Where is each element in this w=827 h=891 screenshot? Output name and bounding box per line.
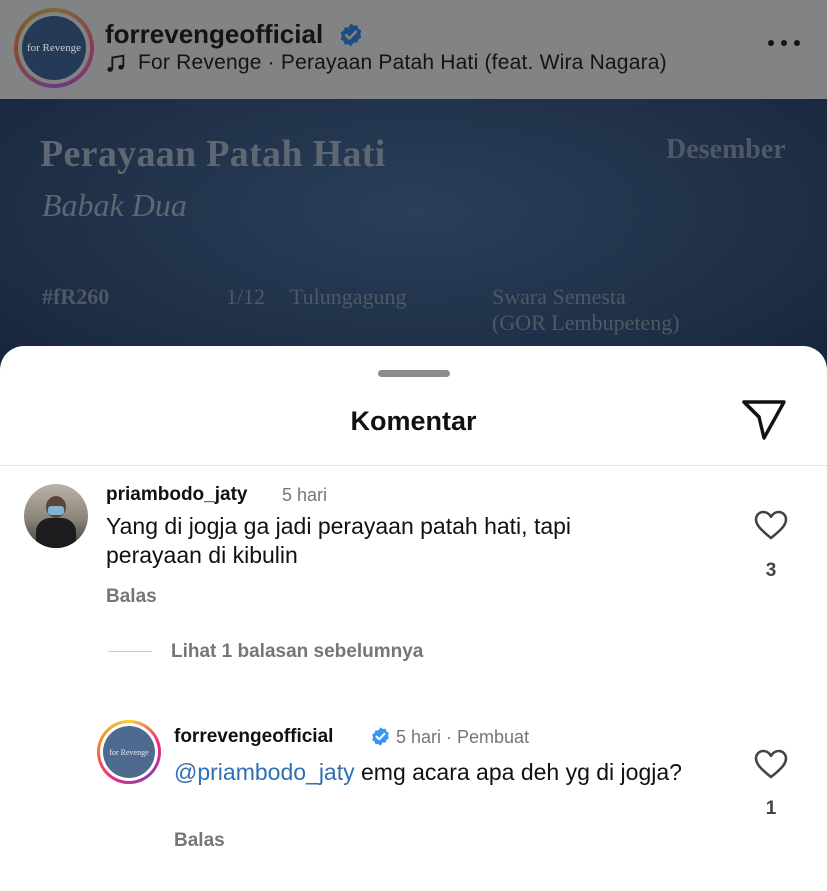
drag-handle[interactable] [378,370,450,377]
comments-screen: for Revenge forrevengeofficial For Reven… [0,0,827,891]
reply-username[interactable]: forrevengeofficial [174,726,333,748]
post-header: for Revenge forrevengeofficial For Reven… [0,0,827,99]
post-author-avatar[interactable]: for Revenge [14,8,94,88]
verified-badge-icon [340,23,362,47]
reply-timestamp: 5 hari · Pembuat [396,727,530,747]
sheet-title: Komentar [350,406,477,436]
divider [108,651,152,652]
send-icon[interactable] [740,398,788,442]
poster-month: Desember [666,134,786,165]
verified-badge-icon [372,727,389,746]
more-options-icon[interactable] [766,40,802,50]
view-replies-button[interactable]: Lihat 1 balasan sebelumnya [171,641,423,663]
avatar[interactable] [24,484,88,548]
poster-tag: #fR260 [42,284,110,309]
like-count: 3 [765,560,777,581]
comments-sheet: Komentar priambodo_jaty 5 hari Yang di j… [0,346,827,891]
comment-username[interactable]: priambodo_jaty [106,484,247,506]
poster-venue-name: Swara Semesta [492,284,626,309]
heart-icon[interactable] [753,509,789,541]
poster-subtitle: Babak Dua [42,187,187,223]
reply-body: emg acara apa deh yg di jogja? [354,759,682,785]
comment-text: Yang di jogja ga jadi perayaan patah hat… [106,513,572,568]
music-note-icon [107,54,125,72]
reply-text: @priambodo_jaty emg acara apa deh yg di … [174,758,714,787]
reply-button[interactable]: Balas [174,830,225,852]
poster-venue: Swara Semesta (GOR Lembupeteng) [492,284,680,336]
avatar-logo-text: for Revenge [109,747,149,757]
divider [0,465,827,466]
poster-title: Perayaan Patah Hati [40,133,386,175]
like-count: 1 [765,798,777,819]
reply-button[interactable]: Balas [106,586,157,608]
poster-date: 1/12 [226,284,266,309]
post-song-info[interactable]: For Revenge · Perayaan Patah Hati (feat.… [138,51,667,75]
comment-timestamp: 5 hari [282,485,328,505]
heart-icon[interactable] [753,748,789,780]
avatar-logo-text: for Revenge [26,42,82,54]
reply-avatar[interactable]: for Revenge [97,720,161,784]
mention-link[interactable]: @priambodo_jaty [174,759,355,785]
post-author-username[interactable]: forrevengeofficial [105,19,323,50]
poster-venue-detail: (GOR Lembupeteng) [492,310,680,335]
poster-city: Tulungagung [290,284,407,309]
